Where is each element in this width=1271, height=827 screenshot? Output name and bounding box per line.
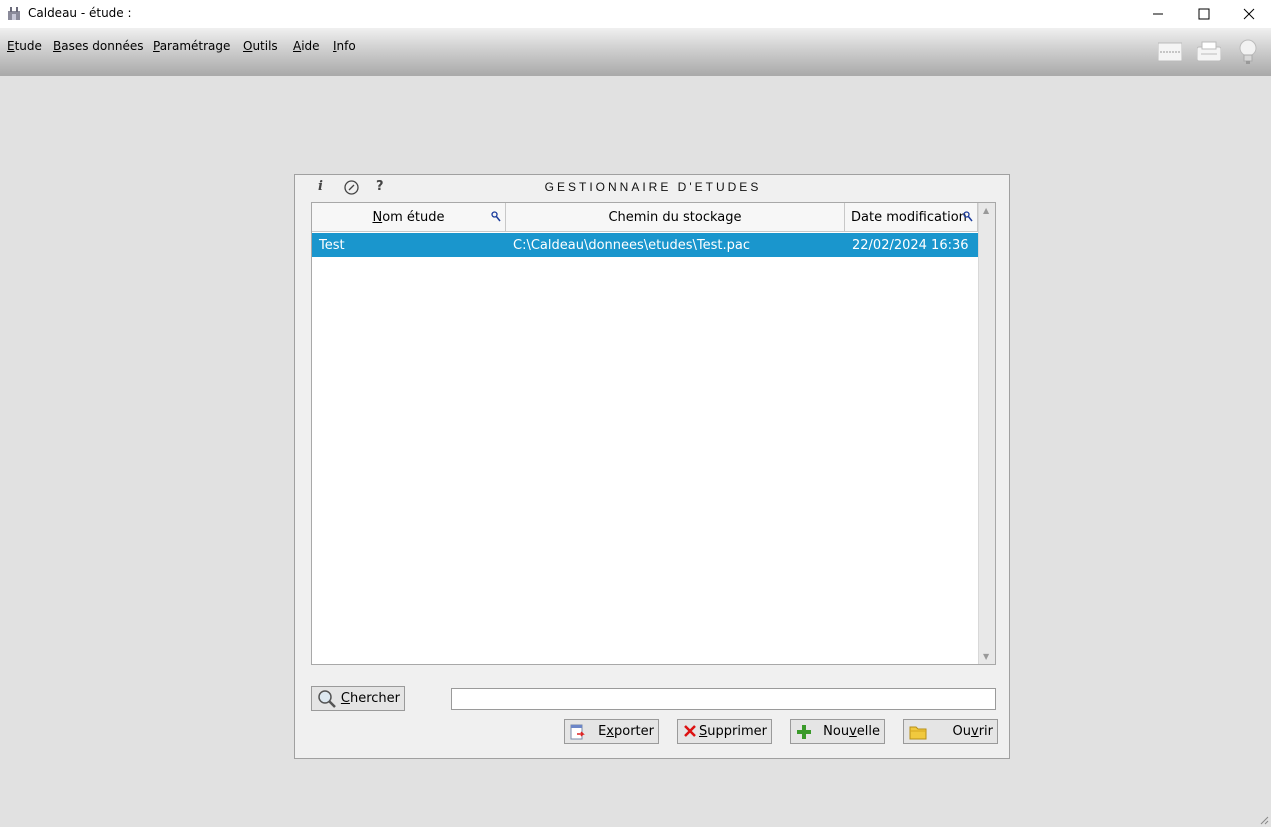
cell-date: 22/02/2024 16:36 bbox=[852, 238, 969, 253]
menu-bases-donnees[interactable]: Bases données bbox=[53, 39, 143, 53]
app-logo-icon bbox=[8, 7, 20, 20]
studies-table: Nom étude Chemin du stockage Date modifi… bbox=[311, 202, 996, 665]
column-header-nom-etude[interactable]: Nom étude bbox=[312, 203, 506, 232]
plus-icon bbox=[797, 725, 811, 739]
lightbulb-icon[interactable] bbox=[1238, 39, 1258, 65]
ruler-icon[interactable] bbox=[1158, 41, 1182, 63]
menu-bar: Etude Bases données Paramétrage Outils A… bbox=[0, 28, 1271, 76]
scroll-down-icon[interactable]: ▼ bbox=[983, 652, 989, 661]
menu-etude[interactable]: Etude bbox=[7, 39, 42, 53]
new-button[interactable]: Nouvelle bbox=[790, 719, 885, 744]
vertical-scrollbar[interactable]: ▲ ▼ bbox=[978, 203, 995, 664]
menu-parametrage[interactable]: Paramétrage bbox=[153, 39, 230, 53]
search-input[interactable] bbox=[451, 688, 996, 710]
export-document-icon bbox=[570, 724, 585, 740]
magnifier-icon bbox=[318, 690, 336, 708]
sort-key-icon bbox=[963, 211, 973, 222]
study-manager-dialog: i ? GESTIONNAIRE D'ETUDES Nom étude Chem… bbox=[294, 174, 1010, 759]
search-button[interactable]: Chercher bbox=[311, 686, 405, 711]
menu-outils[interactable]: Outils bbox=[243, 39, 278, 53]
cell-nom: Test bbox=[319, 238, 345, 253]
minimize-icon bbox=[1153, 13, 1163, 15]
folder-icon bbox=[909, 726, 927, 740]
maximize-button[interactable] bbox=[1181, 0, 1227, 28]
dialog-title: GESTIONNAIRE D'ETUDES bbox=[544, 180, 762, 194]
cell-chemin: C:\Caldeau\donnees\etudes\Test.pac bbox=[513, 238, 750, 253]
scroll-up-icon[interactable]: ▲ bbox=[983, 206, 989, 215]
export-button[interactable]: Exporter bbox=[564, 719, 659, 744]
delete-button[interactable]: Supprimer bbox=[677, 719, 772, 744]
menu-aide[interactable]: Aide bbox=[293, 39, 320, 53]
maximize-icon bbox=[1198, 8, 1210, 20]
window-title: Caldeau - étude : bbox=[28, 6, 132, 20]
close-icon bbox=[1243, 8, 1255, 20]
title-bar: Caldeau - étude : bbox=[0, 0, 1271, 28]
table-row[interactable]: Test C:\Caldeau\donnees\etudes\Test.pac … bbox=[312, 233, 978, 257]
delete-x-icon bbox=[684, 725, 696, 737]
printer-icon[interactable] bbox=[1197, 41, 1221, 63]
resize-grip-icon[interactable] bbox=[1259, 815, 1269, 825]
close-button[interactable] bbox=[1226, 0, 1271, 28]
column-header-date[interactable]: Date modification bbox=[845, 203, 978, 232]
menu-info[interactable]: Info bbox=[333, 39, 356, 53]
minimize-button[interactable] bbox=[1135, 0, 1181, 28]
sort-key-icon bbox=[491, 211, 501, 222]
open-button[interactable]: Ouvrir bbox=[903, 719, 998, 744]
column-header-chemin[interactable]: Chemin du stockage bbox=[506, 203, 845, 232]
